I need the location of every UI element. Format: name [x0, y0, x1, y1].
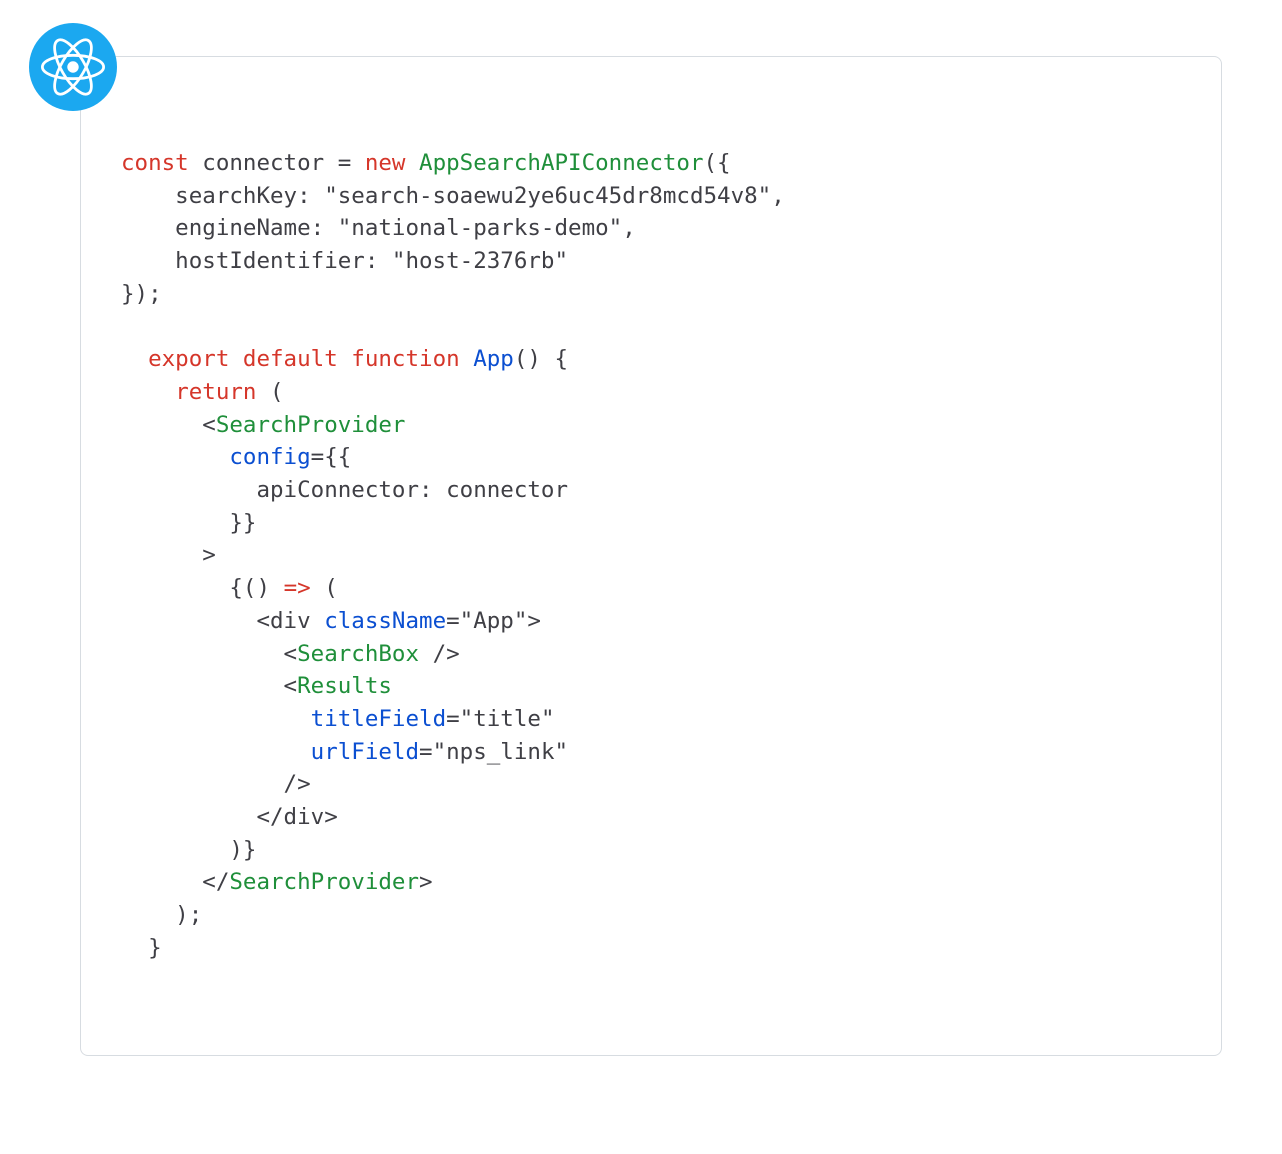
code-line: ); [121, 902, 202, 928]
fn-app: App [473, 346, 514, 372]
kw-export: export [121, 346, 229, 372]
kw-default: default [229, 346, 337, 372]
code-line: }); [121, 281, 162, 307]
kw-new: new [365, 150, 406, 176]
code-line: apiConnector: connector [121, 477, 568, 503]
attr-titlefield: titleField [311, 706, 446, 732]
kw-return: return [175, 379, 256, 405]
arrow: => [284, 575, 311, 601]
attr-config: config [229, 444, 310, 470]
code-line: } [121, 935, 162, 961]
code-line: )} [121, 837, 256, 863]
code-card: const connector = new AppSearchAPIConnec… [80, 56, 1222, 1056]
tag-searchprovider-close: SearchProvider [229, 869, 419, 895]
kw-const: const [121, 150, 189, 176]
code-line: searchKey: "search-soaewu2ye6uc45dr8mcd5… [121, 183, 785, 209]
tag-searchbox: SearchBox [297, 641, 419, 667]
code-block: const connector = new AppSearchAPIConnec… [121, 147, 1181, 965]
react-logo-badge [29, 23, 117, 111]
code-line: </div> [121, 804, 338, 830]
tag-results: Results [297, 673, 392, 699]
tag-searchprovider-open: SearchProvider [216, 412, 406, 438]
code-line: }} [121, 510, 256, 536]
code-line: engineName: "national-parks-demo", [121, 215, 636, 241]
code-line: hostIdentifier: "host-2376rb" [121, 248, 568, 274]
code-line: /> [121, 771, 311, 797]
code-line: > [121, 542, 216, 568]
attr-classname: className [324, 608, 446, 634]
kw-function: function [338, 346, 460, 372]
fn-connector: AppSearchAPIConnector [419, 150, 703, 176]
react-icon [41, 35, 105, 99]
attr-urlfield: urlField [311, 739, 419, 765]
